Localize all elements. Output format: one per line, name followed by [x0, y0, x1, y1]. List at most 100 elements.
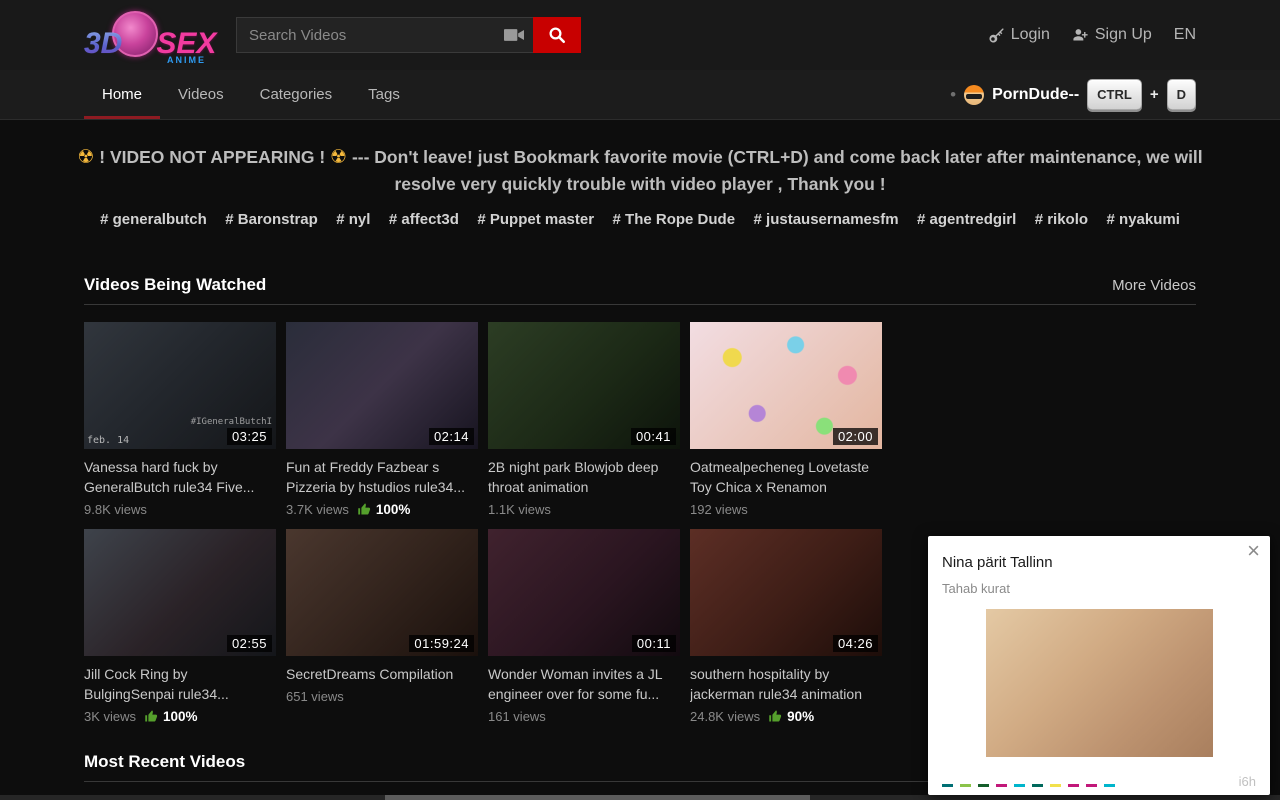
like-rating: 100% — [144, 709, 198, 724]
video-thumbnail[interactable]: 00:11 — [488, 529, 680, 656]
video-title[interactable]: Wonder Woman invites a JL engineer over … — [488, 664, 680, 704]
video-card[interactable]: 00:11 Wonder Woman invites a JL engineer… — [488, 529, 680, 724]
logo-subtext: ANIME — [167, 55, 206, 65]
video-title[interactable]: Fun at Freddy Fazbear s Pizzeria by hstu… — [286, 457, 478, 497]
login-button[interactable]: Login — [988, 26, 1050, 44]
tag-links-row: # generalbutch # Baronstrap # nyl # affe… — [80, 211, 1200, 229]
ad-subtitle: Tahab kurat — [942, 581, 1256, 596]
tag-link[interactable]: # generalbutch — [100, 211, 207, 228]
ad-title[interactable]: Nina pärit Tallinn — [942, 554, 1256, 571]
keycap-ctrl: CTRL — [1087, 79, 1142, 110]
tag-link[interactable]: # agentredgirl — [917, 211, 1016, 228]
search-icon — [548, 26, 566, 44]
like-rating: 90% — [768, 709, 814, 724]
video-card[interactable]: feb. 14 #IGeneralButchI 03:25 Vanessa ha… — [84, 322, 276, 517]
dash — [1050, 784, 1061, 787]
video-title[interactable]: 2B night park Blowjob deep throat animat… — [488, 457, 680, 497]
logo-text-3d: 3D — [84, 27, 122, 61]
nav-item-videos[interactable]: Videos — [160, 70, 242, 119]
video-card[interactable]: 02:00 Oatmealpecheneg Lovetaste Toy Chic… — [690, 322, 882, 517]
video-thumbnail[interactable]: feb. 14 #IGeneralButchI 03:25 — [84, 322, 276, 449]
duration-badge: 03:25 — [227, 428, 272, 445]
view-count: 9.8K views — [84, 502, 147, 517]
video-thumbnail[interactable]: 00:41 — [488, 322, 680, 449]
porndude-mascot-icon — [964, 85, 984, 105]
duration-badge: 02:55 — [227, 635, 272, 652]
video-card[interactable]: 00:41 2B night park Blowjob deep throat … — [488, 322, 680, 517]
ad-popup: × Nina pärit Tallinn Tahab kurat i6h — [928, 536, 1270, 795]
video-title[interactable]: southern hospitality by jackerman rule34… — [690, 664, 882, 704]
keycap-d: D — [1167, 79, 1196, 110]
view-count: 161 views — [488, 709, 546, 724]
thumbs-up-icon — [768, 709, 783, 724]
tag-link[interactable]: # nyakumi — [1107, 211, 1180, 228]
tag-link[interactable]: # Baronstrap — [225, 211, 318, 228]
tag-link[interactable]: # nyl — [336, 211, 370, 228]
porndude-link[interactable]: PornDude-- — [992, 86, 1079, 104]
duration-badge: 01:59:24 — [409, 635, 474, 652]
search-input[interactable] — [236, 17, 533, 53]
promo-bullet: • — [950, 85, 956, 105]
account-area: Login Sign Up EN — [988, 26, 1196, 44]
duration-badge: 04:26 — [833, 635, 878, 652]
ad-timestamp: i6h — [1239, 774, 1256, 789]
dash — [942, 784, 953, 787]
dash — [1032, 784, 1043, 787]
ad-image[interactable] — [986, 609, 1213, 757]
duration-badge: 00:41 — [631, 428, 676, 445]
dash — [978, 784, 989, 787]
notice-title: ! VIDEO NOT APPEARING ! — [99, 147, 325, 167]
duration-badge: 02:14 — [429, 428, 474, 445]
horizontal-scrollbar[interactable] — [0, 795, 1280, 800]
nav-item-categories[interactable]: Categories — [242, 70, 351, 119]
duration-badge: 02:00 — [833, 428, 878, 445]
signup-button[interactable]: Sign Up — [1072, 26, 1152, 44]
like-rating: 100% — [357, 502, 411, 517]
duration-badge: 00:11 — [632, 635, 676, 652]
scrollbar-thumb[interactable] — [385, 795, 810, 800]
nav-item-home[interactable]: Home — [84, 70, 160, 119]
ad-progress-dashes — [942, 784, 1115, 787]
more-videos-link[interactable]: More Videos — [1112, 277, 1196, 294]
section-title-watched: Videos Being Watched — [84, 275, 266, 295]
video-title[interactable]: SecretDreams Compilation — [286, 664, 478, 684]
search-button[interactable] — [533, 17, 581, 53]
video-card[interactable]: 01:59:24 SecretDreams Compilation 651 vi… — [286, 529, 478, 724]
view-count: 3K views — [84, 709, 136, 724]
search-box — [236, 17, 581, 53]
tag-link[interactable]: # justausernamesfm — [754, 211, 899, 228]
video-thumbnail[interactable]: 01:59:24 — [286, 529, 478, 656]
language-selector[interactable]: EN — [1174, 26, 1196, 44]
dash — [996, 784, 1007, 787]
video-title[interactable]: Jill Cock Ring by BulgingSenpai rule34..… — [84, 664, 276, 704]
tag-link[interactable]: # Puppet master — [477, 211, 594, 228]
video-card[interactable]: 02:55 Jill Cock Ring by BulgingSenpai ru… — [84, 529, 276, 724]
view-count: 3.7K views — [286, 502, 349, 517]
tag-link[interactable]: # affect3d — [389, 211, 459, 228]
video-card[interactable]: 02:14 Fun at Freddy Fazbear s Pizzeria b… — [286, 322, 478, 517]
thumbs-up-icon — [357, 502, 372, 517]
nav-item-tags[interactable]: Tags — [350, 70, 418, 119]
thumbnail-watermark-date: feb. 14 — [87, 435, 129, 446]
plus-sign: + — [1150, 86, 1159, 103]
dash — [1086, 784, 1097, 787]
video-thumbnail[interactable]: 02:00 — [690, 322, 882, 449]
tag-link[interactable]: # rikolo — [1035, 211, 1088, 228]
video-title[interactable]: Vanessa hard fuck by GeneralButch rule34… — [84, 457, 276, 497]
video-thumbnail[interactable]: 02:55 — [84, 529, 276, 656]
dash — [1014, 784, 1025, 787]
video-card[interactable]: 04:26 southern hospitality by jackerman … — [690, 529, 882, 724]
video-thumbnail[interactable]: 02:14 — [286, 322, 478, 449]
video-thumbnail[interactable]: 04:26 — [690, 529, 882, 656]
top-bar: 3D SEX ANIME Login Sign — [0, 0, 1280, 70]
video-camera-icon — [504, 26, 524, 44]
close-icon[interactable]: × — [1247, 540, 1260, 562]
view-count: 24.8K views — [690, 709, 760, 724]
key-icon — [988, 27, 1005, 44]
tag-link[interactable]: # The Rope Dude — [613, 211, 736, 228]
video-title[interactable]: Oatmealpecheneg Lovetaste Toy Chica x Re… — [690, 457, 882, 497]
dash — [1068, 784, 1079, 787]
site-logo[interactable]: 3D SEX ANIME — [84, 9, 204, 61]
dash — [960, 784, 971, 787]
main-nav: Home Videos Categories Tags • PornDude--… — [0, 70, 1280, 120]
